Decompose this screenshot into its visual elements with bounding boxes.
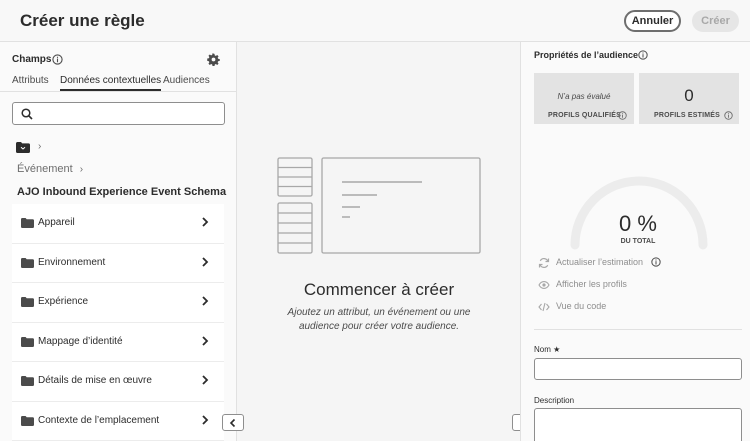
name-field[interactable] xyxy=(534,358,742,380)
info-icon[interactable] xyxy=(52,54,63,65)
properties-title: Propriétés de l’audience xyxy=(534,50,639,60)
eye-icon xyxy=(538,281,550,289)
code-icon xyxy=(538,302,550,312)
cancel-button[interactable]: Annuler xyxy=(624,10,681,32)
schema-title: AJO Inbound Experience Event Schema xyxy=(17,186,227,198)
tabs-divider xyxy=(0,91,236,92)
list-item-label: Contexte de l’emplacement xyxy=(38,414,160,426)
root-folder-breadcrumb[interactable]: › xyxy=(16,141,56,155)
view-profiles-label: Afficher les profils xyxy=(556,279,627,289)
chevron-left-icon xyxy=(229,418,236,427)
refresh-icon xyxy=(538,258,550,268)
folder-icon xyxy=(21,376,34,386)
description-field[interactable] xyxy=(534,408,742,441)
folder-icon xyxy=(21,336,34,347)
folder-open-icon xyxy=(16,142,30,153)
info-icon[interactable] xyxy=(618,111,627,120)
chevron-right-icon[interactable] xyxy=(201,414,209,426)
gauge-percentage: 0 % xyxy=(619,211,657,236)
chevron-right-icon: › xyxy=(38,141,42,152)
search-input[interactable] xyxy=(12,102,225,125)
chevron-right-icon[interactable] xyxy=(201,295,209,307)
estimated-profiles-value: 0 xyxy=(684,86,694,105)
chevron-right-icon[interactable] xyxy=(201,374,209,386)
section-divider xyxy=(534,329,742,330)
folder-icon xyxy=(21,297,34,307)
list-item[interactable]: Mappage d’identité xyxy=(12,322,224,362)
qualified-profiles-card: N’a pas évalué PROFILS QUALIFIÉS xyxy=(534,73,634,124)
refresh-estimate-label: Actualiser l’estimation xyxy=(556,257,644,267)
search-icon xyxy=(21,108,33,120)
list-item-label: Appareil xyxy=(38,217,75,228)
empty-state-description: Ajoutez un attribut, un événement ou une… xyxy=(287,307,471,332)
breadcrumb-event[interactable]: Événement xyxy=(17,163,73,175)
breadcrumb[interactable]: Événement › xyxy=(17,163,83,175)
folder-icon xyxy=(21,257,34,268)
chevron-right-icon[interactable] xyxy=(201,216,209,228)
description-field-label: Description xyxy=(534,396,575,405)
list-item[interactable]: Expérience xyxy=(12,283,224,323)
canvas-area: Commencer à créer Ajoutez un attribut, u… xyxy=(238,42,520,441)
list-item[interactable]: Environnement xyxy=(12,243,224,283)
list-item-label: Détails de mise en œuvre xyxy=(38,375,152,386)
collapse-left-panel-button[interactable] xyxy=(222,414,244,431)
empty-state-title: Commencer à créer xyxy=(303,280,455,299)
code-view-label: Vue du code xyxy=(556,301,607,311)
qualified-profiles-label: PROFILS QUALIFIÉS xyxy=(548,112,622,119)
folder-icon xyxy=(21,218,34,228)
page-title: Créer une règle xyxy=(20,11,145,30)
list-item[interactable]: Détails de mise en œuvre xyxy=(12,362,224,402)
list-item-label: Environnement xyxy=(38,256,106,268)
tab-attributs[interactable]: Attributs xyxy=(12,75,49,86)
create-button[interactable]: Créer xyxy=(692,10,739,32)
tab-audiences[interactable]: Audiences xyxy=(163,75,210,86)
estimated-profiles-label: PROFILS ESTIMÉS xyxy=(654,112,721,119)
field-list: Appareil Environnement Expérience Mappag… xyxy=(12,204,224,441)
gauge-label: DU TOTAL xyxy=(620,238,656,245)
tab-donnees-contextuelles[interactable]: Données contextuelles xyxy=(60,75,162,91)
gear-icon[interactable] xyxy=(207,53,220,66)
info-icon[interactable] xyxy=(651,257,661,267)
info-icon[interactable] xyxy=(724,111,733,120)
top-bar: Créer une règle Annuler Créer xyxy=(0,0,750,42)
qualified-profiles-value: N’a pas évalué xyxy=(557,92,611,101)
chevron-right-icon[interactable] xyxy=(201,256,209,268)
empty-state-illustration xyxy=(277,157,481,254)
audience-properties-panel: Propriétés de l’audience N’a pas évalué … xyxy=(520,42,750,441)
info-icon[interactable] xyxy=(638,50,648,60)
list-item-label: Expérience xyxy=(38,296,89,307)
folder-icon xyxy=(21,415,34,426)
fields-panel: Champs Attributs Données contextuelles A… xyxy=(0,42,237,441)
list-item[interactable]: Appareil xyxy=(12,204,224,244)
estimated-profiles-card: 0 PROFILS ESTIMÉS xyxy=(639,73,739,124)
chevron-right-icon: › xyxy=(79,164,84,175)
list-item-label: Mappage d’identité xyxy=(38,335,123,347)
name-field-label: Nom ★ xyxy=(534,345,561,354)
chevron-right-icon[interactable] xyxy=(201,335,209,347)
fields-panel-title: Champs xyxy=(12,54,52,65)
list-item[interactable]: Contexte de l’emplacement xyxy=(12,401,224,441)
